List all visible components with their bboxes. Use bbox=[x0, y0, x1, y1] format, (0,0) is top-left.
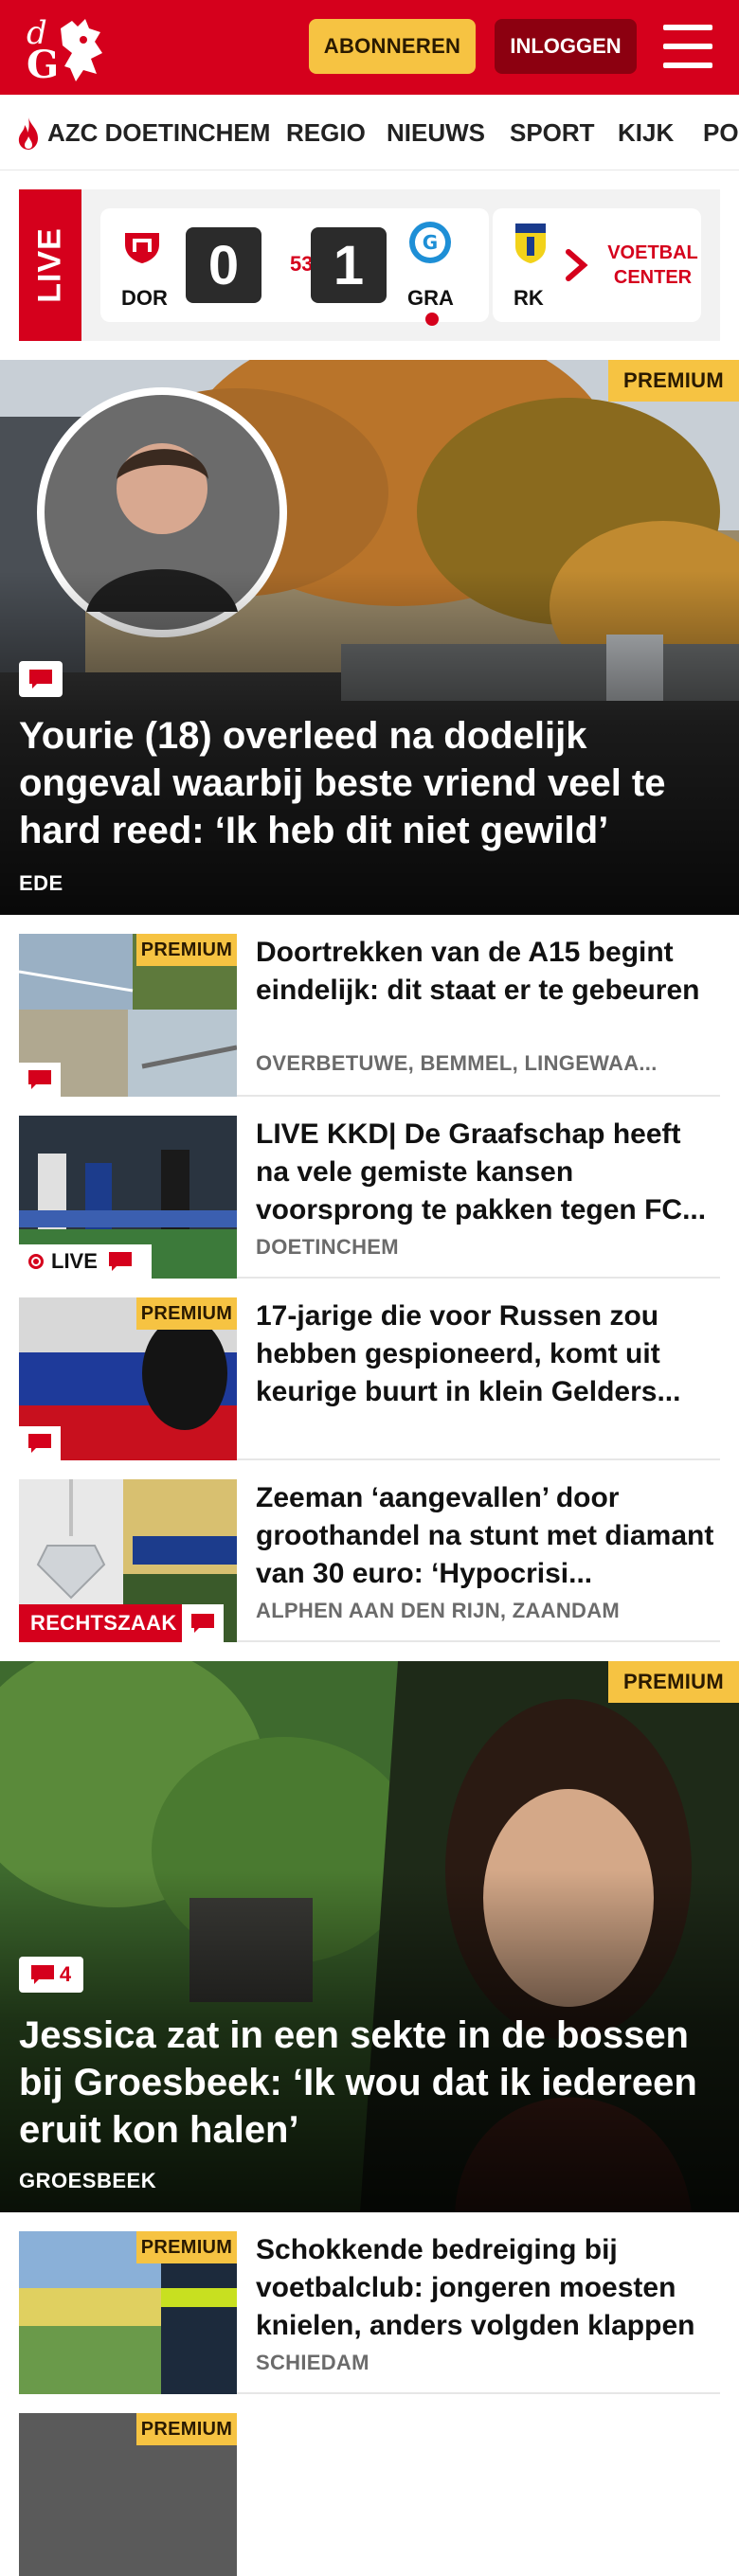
main-nav: AZC DOETINCHEM REGIO NIEUWS SPORT KIJK P… bbox=[0, 95, 739, 170]
live-tab[interactable]: LIVE bbox=[19, 189, 81, 341]
top-bar: d G ABONNEREN INLOGGEN bbox=[0, 0, 739, 95]
site-logo[interactable]: d G bbox=[23, 11, 110, 85]
list-item[interactable]: PREMIUM bbox=[19, 2394, 720, 2576]
home-team-abbr: DOR bbox=[121, 286, 168, 310]
away-score: 1 bbox=[311, 227, 387, 303]
flame-icon bbox=[18, 117, 38, 150]
comment-count: 4 bbox=[59, 1962, 72, 1986]
live-label: LIVE bbox=[31, 227, 68, 303]
comment-icon[interactable] bbox=[108, 1252, 132, 1271]
comment-icon bbox=[28, 1070, 51, 1089]
premium-badge: PREMIUM bbox=[136, 1297, 237, 1330]
live-ring-icon bbox=[28, 1254, 44, 1269]
article-location: SCHIEDAM bbox=[256, 2351, 370, 2374]
comment-badge[interactable] bbox=[19, 1063, 61, 1097]
comment-badge[interactable]: 4 bbox=[19, 1957, 83, 1993]
comment-badge[interactable] bbox=[19, 661, 63, 697]
premium-badge: PREMIUM bbox=[136, 934, 237, 966]
subscribe-button[interactable]: ABONNEREN bbox=[309, 19, 476, 74]
hero-1-location: EDE bbox=[19, 871, 63, 895]
nav-item-kijk[interactable]: KIJK bbox=[618, 95, 674, 170]
article-thumbnail: PREMIUM bbox=[19, 2413, 237, 2576]
nav-item-regio[interactable]: REGIO bbox=[286, 95, 366, 170]
article-thumbnail: RECHTSZAAK bbox=[19, 1479, 237, 1642]
nav-item-sport[interactable]: SPORT bbox=[510, 95, 595, 170]
premium-badge: PREMIUM bbox=[608, 1661, 739, 1703]
next-home-abbr: RK bbox=[514, 286, 544, 310]
svg-text:G: G bbox=[423, 231, 438, 254]
article-location: OVERBETUWE, BEMMEL, LINGEWAA... bbox=[256, 1051, 658, 1075]
chevron-right-icon[interactable] bbox=[563, 248, 591, 282]
article-thumbnail: PREMIUM bbox=[19, 2231, 237, 2394]
live-indicator-dot bbox=[425, 313, 439, 326]
nav-item-nieuws[interactable]: NIEUWS bbox=[387, 95, 485, 170]
hero-1-title[interactable]: Yourie (18) overleed na dodelijk ongeval… bbox=[19, 712, 701, 854]
login-button[interactable]: INLOGGEN bbox=[495, 19, 637, 74]
list-item[interactable]: PREMIUM Doortrekken van de A15 begint ei… bbox=[19, 915, 720, 1097]
live-scores-bar: LIVE DOR 0 53' 1 G GRA RK VOETBAL CENTER bbox=[19, 189, 720, 341]
list-item[interactable]: PREMIUM Schokkende bedreiging bij voetba… bbox=[19, 2212, 720, 2394]
article-title[interactable]: Schokkende bedreiging bij voetbalclub: j… bbox=[256, 2231, 720, 2345]
voetbal-center-line2: CENTER bbox=[613, 267, 693, 288]
article-title[interactable]: Doortrekken van de A15 begint eindelijk:… bbox=[256, 934, 720, 1010]
nav-item-azc-doetinchem[interactable]: AZC DOETINCHEM bbox=[47, 95, 270, 170]
away-team-abbr: GRA bbox=[407, 286, 454, 310]
live-chip: LIVE bbox=[19, 1244, 152, 1279]
live-label: LIVE bbox=[51, 1249, 98, 1273]
hero-article-2[interactable]: PREMIUM 4 Jessica zat in een sekte in de… bbox=[0, 1661, 739, 2212]
article-location: ALPHEN AAN DEN RIJN, ZAANDAM bbox=[256, 1599, 621, 1622]
article-thumbnail: PREMIUM bbox=[19, 934, 237, 1097]
premium-badge: PREMIUM bbox=[608, 360, 739, 402]
voetbal-center-line1: VOETBAL bbox=[607, 242, 698, 263]
comment-icon bbox=[191, 1614, 214, 1633]
premium-badge: PREMIUM bbox=[136, 2231, 237, 2263]
premium-badge: PREMIUM bbox=[136, 2413, 237, 2445]
list-item[interactable]: PREMIUM 17-jarige die voor Russen zou he… bbox=[19, 1279, 720, 1460]
home-score: 0 bbox=[186, 227, 261, 303]
list-item[interactable]: RECHTSZAAK Zeeman ‘aangevallen’ door gro… bbox=[19, 1460, 720, 1642]
rechtszaak-tag[interactable]: RECHTSZAAK bbox=[19, 1604, 189, 1642]
list-item[interactable]: LIVE LIVE KKD| De Graafschap heeft na ve… bbox=[19, 1097, 720, 1279]
article-title[interactable]: 17-jarige die voor Russen zou hebben ges… bbox=[256, 1297, 720, 1411]
svg-text:G: G bbox=[27, 43, 59, 85]
comment-icon bbox=[28, 1434, 51, 1453]
match-card[interactable]: DOR 0 53' 1 G GRA bbox=[100, 208, 489, 326]
hero-2-location: GROESBEEK bbox=[19, 2169, 157, 2192]
dordrecht-crest-icon bbox=[125, 225, 159, 263]
comment-icon bbox=[30, 1965, 54, 1984]
hero-2-title[interactable]: Jessica zat in een sekte in de bossen bi… bbox=[19, 2012, 701, 2154]
rkc-crest-icon bbox=[515, 224, 546, 263]
article-title[interactable]: LIVE KKD| De Graafschap heeft na vele ge… bbox=[256, 1116, 720, 1229]
hero-article-1[interactable]: PREMIUM Yourie (18) overleed na dodelijk… bbox=[0, 360, 739, 915]
menu-icon[interactable] bbox=[663, 25, 712, 68]
comment-badge[interactable] bbox=[182, 1604, 224, 1642]
article-thumbnail: LIVE bbox=[19, 1116, 237, 1279]
comment-icon bbox=[29, 670, 52, 689]
article-title[interactable]: Zeeman ‘aangevallen’ door groothandel na… bbox=[256, 1479, 720, 1593]
comment-badge[interactable] bbox=[19, 1426, 61, 1460]
article-thumbnail: PREMIUM bbox=[19, 1297, 237, 1460]
nav-item-po[interactable]: PO bbox=[703, 95, 739, 170]
article-location: DOETINCHEM bbox=[256, 1235, 399, 1259]
tag-label: RECHTSZAAK bbox=[30, 1611, 177, 1635]
voetbal-center-button[interactable]: VOETBAL CENTER bbox=[604, 208, 701, 322]
graafschap-crest-icon: G bbox=[409, 222, 451, 263]
